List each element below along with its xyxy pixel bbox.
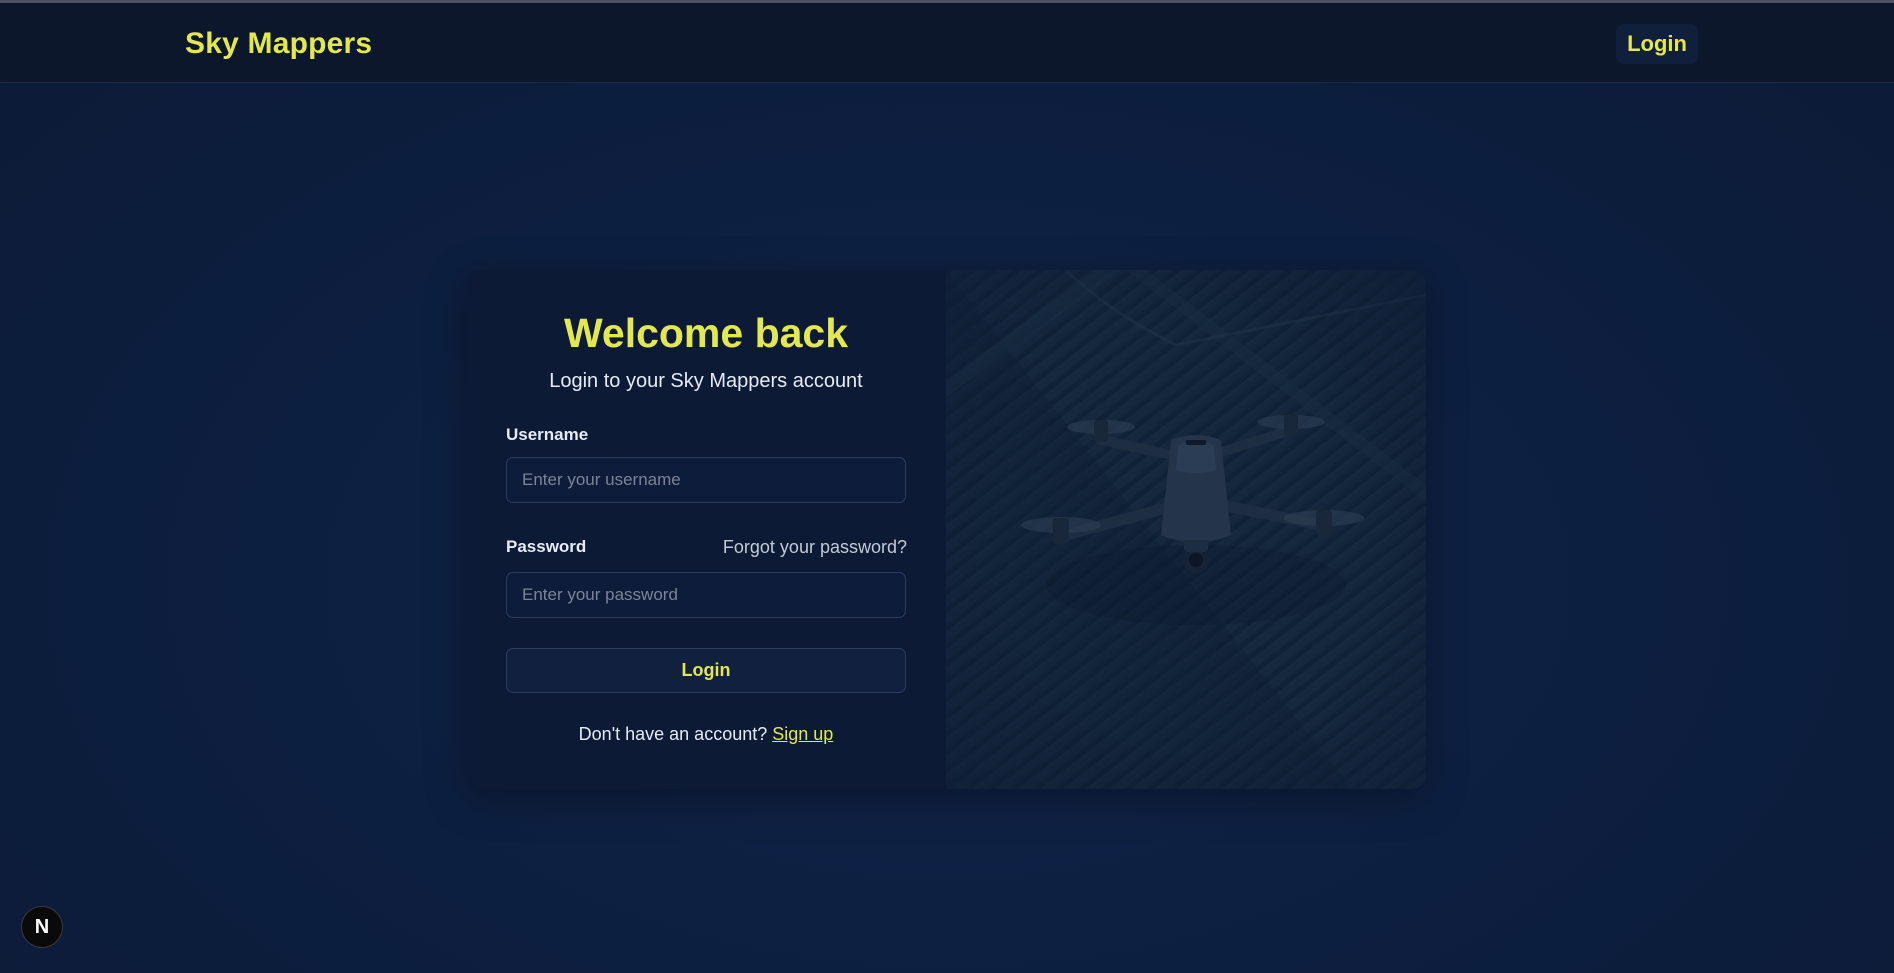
drone-hero-image [946,270,1426,789]
password-input[interactable] [506,572,906,618]
login-submit-button[interactable]: Login [506,648,906,693]
signup-prompt-row: Don't have an account? Sign up [466,724,946,745]
signup-prompt-text: Don't have an account? [578,724,768,744]
username-input[interactable] [506,457,906,503]
login-form: Welcome back Login to your Sky Mappers a… [466,270,946,789]
drone-over-field-illustration [946,270,1426,789]
forgot-password-link[interactable]: Forgot your password? [723,537,907,558]
login-card: Welcome back Login to your Sky Mappers a… [466,270,1426,789]
nav-login-button[interactable]: Login [1616,24,1698,64]
signup-link[interactable]: Sign up [772,724,833,744]
brand-logo[interactable]: Sky Mappers [185,27,372,61]
username-label: Username [506,425,589,444]
page-title: Welcome back [563,310,849,356]
nextjs-dev-badge[interactable]: N [21,906,63,948]
page-subtitle: Login to your Sky Mappers account [549,370,863,392]
top-navbar: Sky Mappers Login [0,3,1894,83]
password-label: Password [506,537,587,556]
